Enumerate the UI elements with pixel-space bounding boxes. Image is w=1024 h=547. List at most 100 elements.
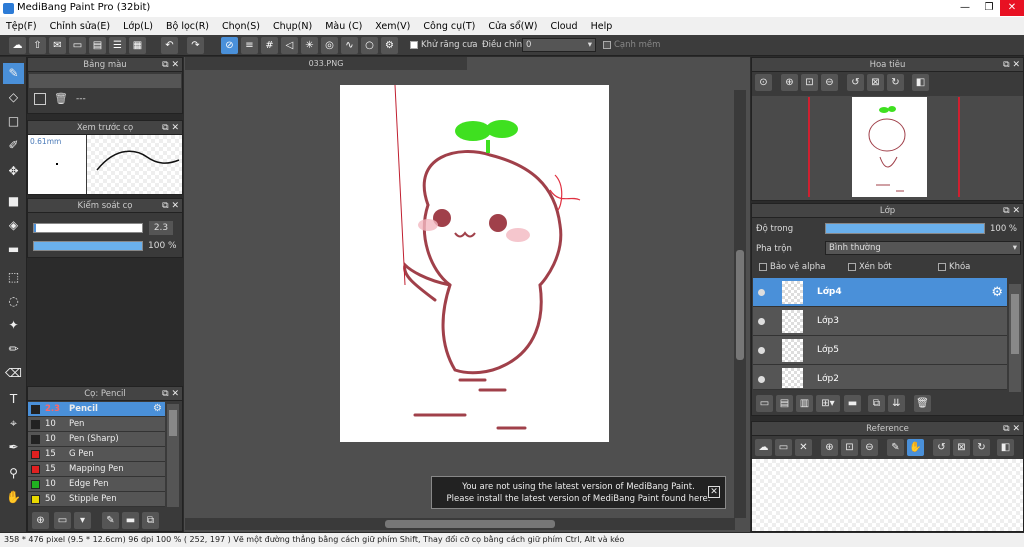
scrollbar-thumb[interactable]: [169, 410, 177, 436]
antialias-checkbox[interactable]: [410, 40, 418, 49]
protect-alpha-checkbox[interactable]: [759, 262, 767, 271]
brush-item-stipple-pen[interactable]: 50 Stipple Pen: [28, 492, 165, 507]
layer-row-lop2[interactable]: Lớp2: [753, 365, 1007, 390]
hand-tool-icon[interactable]: ✋: [3, 487, 24, 508]
menu-view[interactable]: Xem(V): [375, 21, 410, 32]
zoom-fit-icon[interactable]: ⊙: [755, 74, 772, 91]
trash-icon[interactable]: 🗑: [54, 92, 68, 105]
smooth-checkbox[interactable]: [603, 40, 611, 49]
document-icon[interactable]: ▤: [89, 37, 106, 54]
close-button[interactable]: ✕: [1000, 0, 1024, 16]
eyedropper-icon[interactable]: ✎: [887, 439, 904, 456]
magic-wand-icon[interactable]: ✦: [3, 315, 24, 336]
move-tool-icon[interactable]: ✥: [3, 161, 24, 182]
new-halftone-layer-icon[interactable]: ▥: [796, 395, 813, 412]
panel-controls-icon[interactable]: ⧉ ✕: [162, 387, 179, 401]
scrollbar-thumb[interactable]: [1011, 294, 1019, 354]
panel-controls-icon[interactable]: ⧉ ✕: [1003, 204, 1020, 218]
copy-brush-icon[interactable]: ⧉: [142, 512, 159, 529]
canvas-hscroll[interactable]: [185, 518, 735, 530]
eraser-tool-icon[interactable]: ◇: [3, 87, 24, 108]
pen-tool-icon[interactable]: ✒: [3, 437, 24, 458]
grid-snap-icon[interactable]: #: [261, 37, 278, 54]
rotate-left-icon[interactable]: ↺: [933, 439, 950, 456]
zoom-out-icon[interactable]: ⊖: [821, 74, 838, 91]
new-palette-icon[interactable]: [34, 93, 46, 105]
bucket-tool-icon[interactable]: ◈: [3, 215, 24, 236]
redo-icon[interactable]: ↷: [187, 37, 204, 54]
circle-snap-icon[interactable]: ◎: [321, 37, 338, 54]
brush-size-slider[interactable]: [33, 223, 143, 233]
shape-tool-icon[interactable]: □: [3, 111, 24, 132]
perspective-snap-icon[interactable]: ◁: [281, 37, 298, 54]
update-notification[interactable]: You are not using the latest version of …: [431, 476, 726, 509]
dot-tool-icon[interactable]: ✐: [3, 135, 24, 156]
visibility-eye-icon[interactable]: [758, 376, 765, 383]
gear-icon[interactable]: ⚙: [153, 403, 162, 414]
layer-row-lop5[interactable]: Lớp5: [753, 336, 1007, 365]
brush-opacity-slider[interactable]: [33, 241, 143, 251]
add-layer-menu-icon[interactable]: ⊞▾: [816, 395, 840, 412]
menu-tools[interactable]: Công cụ(T): [423, 21, 475, 32]
layer-row-lop4[interactable]: Lớp4 ⚙: [753, 278, 1007, 307]
canvas-vscroll[interactable]: [734, 90, 746, 518]
gradient-tool-icon[interactable]: ▬: [3, 239, 24, 260]
panel-controls-icon[interactable]: ⧉ ✕: [162, 121, 179, 135]
visibility-eye-icon[interactable]: [758, 318, 765, 325]
brush-list-scrollbar[interactable]: [167, 404, 179, 507]
eyedropper-icon[interactable]: ⚲: [3, 463, 24, 484]
page-icon[interactable]: ▭: [69, 37, 86, 54]
close-reference-icon[interactable]: ✕: [795, 439, 812, 456]
brush-item-pen[interactable]: 10 Pen: [28, 417, 165, 432]
menu-cloud[interactable]: Cloud: [550, 21, 577, 32]
menu-layer[interactable]: Lớp(L): [123, 21, 153, 32]
brush-menu-icon[interactable]: ▾: [74, 512, 91, 529]
edit-brush-icon[interactable]: ✎: [102, 512, 119, 529]
brush-item-pencil[interactable]: 2.3 Pencil ⚙: [28, 402, 165, 417]
minimize-button[interactable]: —: [953, 0, 977, 16]
lock-option[interactable]: Khóa: [938, 262, 970, 272]
radial-snap-icon[interactable]: ✳: [301, 37, 318, 54]
palette-selector[interactable]: [29, 74, 181, 88]
new-brush-icon[interactable]: ▭: [54, 512, 71, 529]
blend-mode-select[interactable]: Bình thường ▾: [825, 241, 1021, 255]
tab-033-png[interactable]: 033.PNG: [185, 57, 467, 70]
rotate-right-icon[interactable]: ↻: [887, 74, 904, 91]
menu-edit[interactable]: Chỉnh sửa(E): [50, 21, 111, 32]
select-pen-icon[interactable]: ✏: [3, 339, 24, 360]
cloud-upload-icon[interactable]: ☁: [755, 439, 772, 456]
flip-icon[interactable]: ◧: [912, 74, 929, 91]
delete-layer-icon[interactable]: 🗑: [914, 395, 931, 412]
protect-alpha-option[interactable]: Bảo vệ alpha: [759, 262, 825, 272]
reference-view[interactable]: [752, 459, 1023, 531]
comment-icon[interactable]: ✉: [49, 37, 66, 54]
panel-controls-icon[interactable]: ⧉ ✕: [1003, 58, 1020, 72]
add-brush-icon[interactable]: ⊕: [32, 512, 49, 529]
fit-window-icon[interactable]: ⊡: [841, 439, 858, 456]
zoom-in-icon[interactable]: ⊕: [781, 74, 798, 91]
smooth-option[interactable]: Cạnh mềm: [603, 40, 660, 50]
undo-icon[interactable]: ↶: [161, 37, 178, 54]
visibility-eye-icon[interactable]: [758, 289, 765, 296]
parallel-snap-icon[interactable]: ≡: [241, 37, 258, 54]
new-color-layer-icon[interactable]: ▤: [776, 395, 793, 412]
merge-layer-icon[interactable]: ⇊: [888, 395, 905, 412]
select-rect-icon[interactable]: ⬚: [3, 267, 24, 288]
hscroll-thumb[interactable]: [385, 520, 555, 528]
upload-icon[interactable]: ⇧: [29, 37, 46, 54]
zoom-in-icon[interactable]: ⊕: [821, 439, 838, 456]
notification-close-icon[interactable]: ✕: [708, 486, 720, 498]
folder-icon[interactable]: ▬: [122, 512, 139, 529]
visibility-eye-icon[interactable]: [758, 347, 765, 354]
brush-item-pen-sharp[interactable]: 10 Pen (Sharp): [28, 432, 165, 447]
duplicate-layer-icon[interactable]: ⧉: [868, 395, 885, 412]
fit-window-icon[interactable]: ⊡: [801, 74, 818, 91]
menu-file[interactable]: Tệp(F): [6, 21, 37, 32]
layer-list-scrollbar[interactable]: [1009, 284, 1021, 392]
panel-controls-icon[interactable]: ⧉ ✕: [162, 58, 179, 72]
menu-window[interactable]: Cửa sổ(W): [488, 21, 537, 32]
new-layer-icon[interactable]: ▭: [756, 395, 773, 412]
folder-icon[interactable]: ▬: [844, 395, 861, 412]
lasso-icon[interactable]: ◌: [3, 291, 24, 312]
rotate-right-icon[interactable]: ↻: [973, 439, 990, 456]
